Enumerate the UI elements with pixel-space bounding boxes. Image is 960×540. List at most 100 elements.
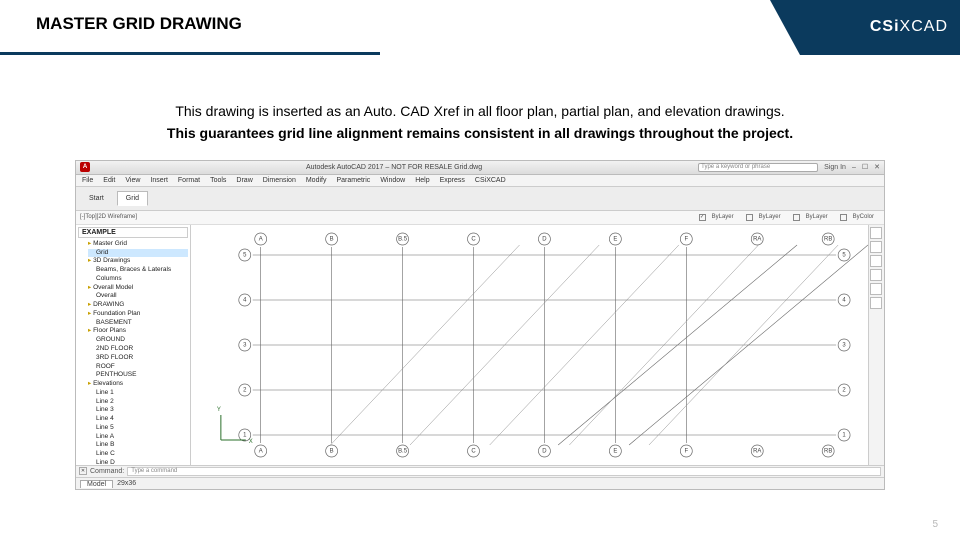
sign-in-link[interactable]: Sign In xyxy=(824,164,846,171)
pan-icon[interactable] xyxy=(870,241,882,253)
tree-item[interactable]: ▸ Floor Plans xyxy=(88,327,188,336)
orbit-icon[interactable] xyxy=(870,269,882,281)
chk-bylayer-1[interactable]: ✓ xyxy=(699,214,706,221)
tree-item[interactable]: Line 4 xyxy=(88,415,188,424)
page-title: MASTER GRID DRAWING xyxy=(0,0,242,34)
app-logo-icon[interactable]: A xyxy=(80,162,90,172)
viewport-label: [-]Top][2D Wireframe] xyxy=(80,214,137,220)
tree-item[interactable]: Line 1 xyxy=(88,389,188,398)
svg-text:RA: RA xyxy=(753,236,761,242)
cmd-input[interactable]: Type a command xyxy=(127,467,881,476)
window-min-icon[interactable]: – xyxy=(852,164,856,171)
title-underline xyxy=(0,52,380,55)
svg-text:D: D xyxy=(542,448,547,454)
tree-item[interactable]: GROUND xyxy=(88,336,188,345)
tree-item[interactable]: Line 3 xyxy=(88,406,188,415)
lbl-bylayer-3: ByLayer xyxy=(806,214,828,220)
svg-text:B: B xyxy=(330,448,334,454)
steering-wheel-icon[interactable] xyxy=(870,283,882,295)
menu-modify[interactable]: Modify xyxy=(306,177,327,184)
cad-viewport-bar: [-]Top][2D Wireframe] ✓ ByLayer ByLayer B… xyxy=(76,211,884,225)
svg-text:F: F xyxy=(684,448,688,454)
tree-item[interactable]: Overall xyxy=(88,292,188,301)
menu-draw[interactable]: Draw xyxy=(236,177,252,184)
tree-item[interactable]: Line A xyxy=(88,433,188,442)
svg-text:RB: RB xyxy=(824,448,832,454)
zoom-icon[interactable] xyxy=(870,255,882,267)
tree-item[interactable]: Line 2 xyxy=(88,398,188,407)
svg-text:X: X xyxy=(249,439,253,445)
svg-text:E: E xyxy=(613,236,617,242)
tree-item[interactable]: Line 5 xyxy=(88,424,188,433)
tab-start[interactable]: Start xyxy=(80,191,113,206)
svg-text:Y: Y xyxy=(217,407,221,413)
tree-item[interactable]: PENTHOUSE xyxy=(88,371,188,380)
svg-text:B.5: B.5 xyxy=(398,448,408,454)
page-number: 5 xyxy=(932,519,938,530)
cmd-close-icon[interactable]: ✕ xyxy=(79,467,87,475)
svg-text:B: B xyxy=(330,236,334,242)
menu-view[interactable]: View xyxy=(125,177,140,184)
drawing-canvas[interactable]: AABBB.5B.5CCDDEEFFRARARBRB1122334455XY xyxy=(191,225,868,465)
svg-text:C: C xyxy=(471,448,476,454)
tree-item[interactable]: BASEMENT xyxy=(88,319,188,328)
body-line-2: This guarantees grid line alignment rema… xyxy=(30,122,930,144)
menu-format[interactable]: Format xyxy=(178,177,200,184)
tab-grid[interactable]: Grid xyxy=(117,191,148,206)
tree-item[interactable]: 2ND FLOOR xyxy=(88,345,188,354)
autocad-screenshot: A Autodesk AutoCAD 2017 – NOT FOR RESALE… xyxy=(75,160,885,490)
tree-item[interactable]: Line C xyxy=(88,450,188,459)
nav-cube-icon[interactable] xyxy=(870,227,882,239)
menu-insert[interactable]: Insert xyxy=(150,177,168,184)
lbl-bylayer-1: ByLayer xyxy=(712,214,734,220)
lbl-bycolor: ByColor xyxy=(853,214,874,220)
menu-file[interactable]: File xyxy=(82,177,93,184)
tree-item[interactable]: Line B xyxy=(88,441,188,450)
menu-help[interactable]: Help xyxy=(415,177,429,184)
tree-item[interactable]: ROOF xyxy=(88,363,188,372)
menu-parametric[interactable]: Parametric xyxy=(336,177,370,184)
tree-item[interactable]: Beams, Braces & Laterals xyxy=(88,266,188,275)
chk-bycolor[interactable] xyxy=(840,214,847,221)
right-toolbar xyxy=(868,225,884,465)
tree-item[interactable]: ▸ Master Grid xyxy=(88,240,188,249)
status-coords: 29x36 xyxy=(117,480,136,487)
svg-text:A: A xyxy=(259,236,263,242)
project-tree[interactable]: EXAMPLE ▸ Master GridGrid▸ 3D DrawingsBe… xyxy=(76,225,191,465)
menu-dimension[interactable]: Dimension xyxy=(263,177,296,184)
model-tab[interactable]: Model xyxy=(80,480,113,488)
lbl-bylayer-2: ByLayer xyxy=(759,214,781,220)
menu-window[interactable]: Window xyxy=(380,177,405,184)
tree-item[interactable]: ▸ Foundation Plan xyxy=(88,310,188,319)
chk-bylayer-3[interactable] xyxy=(793,214,800,221)
tree-item[interactable]: ▸ Overall Model xyxy=(88,284,188,293)
menu-tools[interactable]: Tools xyxy=(210,177,226,184)
brand-suffix: XCAD xyxy=(900,18,948,35)
tree-item[interactable]: 3RD FLOOR xyxy=(88,354,188,363)
menu-csixcad[interactable]: CSiXCAD xyxy=(475,177,506,184)
cad-bottom-bar: ✕ Command: Type a command Model 29x36 xyxy=(76,465,884,489)
window-max-icon[interactable]: ☐ xyxy=(862,163,868,171)
svg-text:F: F xyxy=(684,236,688,242)
cad-titlebar: A Autodesk AutoCAD 2017 – NOT FOR RESALE… xyxy=(76,161,884,175)
window-close-icon[interactable]: ✕ xyxy=(874,163,880,171)
tree-item[interactable]: ▸ DRAWING xyxy=(88,301,188,310)
svg-text:A: A xyxy=(259,448,263,454)
tree-item[interactable]: Grid xyxy=(88,249,188,258)
showmotion-icon[interactable] xyxy=(870,297,882,309)
svg-text:E: E xyxy=(613,448,617,454)
chk-bylayer-2[interactable] xyxy=(746,214,753,221)
menu-express[interactable]: Express xyxy=(440,177,465,184)
titlebar-filename: Autodesk AutoCAD 2017 – NOT FOR RESALE G… xyxy=(96,164,692,171)
tree-item[interactable]: Columns xyxy=(88,275,188,284)
tree-item[interactable]: ▸ Elevations xyxy=(88,380,188,389)
cmd-label: Command: xyxy=(90,468,124,475)
tree-item[interactable]: ▸ 3D Drawings xyxy=(88,257,188,266)
svg-text:RB: RB xyxy=(824,236,832,242)
search-input[interactable]: Type a keyword or phrase xyxy=(698,163,818,172)
cad-menubar: File Edit View Insert Format Tools Draw Dimensi… xyxy=(76,175,884,187)
body-text: This drawing is inserted as an Auto. CAD… xyxy=(30,100,930,145)
menu-edit[interactable]: Edit xyxy=(103,177,115,184)
brand-prefix: CSi xyxy=(870,18,900,35)
svg-text:RA: RA xyxy=(753,448,761,454)
